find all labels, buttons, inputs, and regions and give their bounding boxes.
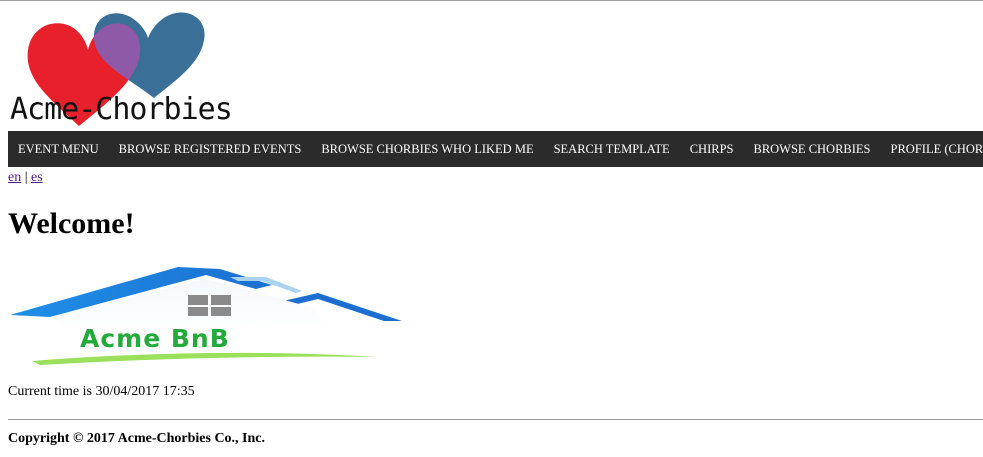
nav-item-search-template[interactable]: SEARCH TEMPLATE	[544, 131, 680, 167]
nav-item-profile[interactable]: PROFILE (CHORBI1)	[881, 131, 983, 167]
current-time: Current time is 30/04/2017 17:35	[8, 384, 195, 399]
language-switcher: en | es	[8, 170, 43, 186]
nav-item-browse-chorbies[interactable]: BROWSE CHORBIES	[743, 131, 880, 167]
page-title: Welcome!	[8, 207, 135, 240]
footer-divider	[8, 419, 983, 420]
nav-item-browse-chorbies-who-liked-me[interactable]: BROWSE CHORBIES WHO LIKED ME	[311, 131, 543, 167]
language-separator: |	[24, 170, 28, 185]
banner-text: Acme BnB	[80, 324, 230, 353]
nav-item-browse-registered-events[interactable]: BROWSE REGISTERED EVENTS	[109, 131, 312, 167]
nav-item-chirps[interactable]: CHIRPS	[680, 131, 744, 167]
copyright-text: Copyright © 2017 Acme-Chorbies Co., Inc.	[8, 431, 266, 446]
acme-bnb-banner: Acme BnB	[10, 267, 402, 365]
main-navbar: EVENT MENU BROWSE REGISTERED EVENTS BROW…	[8, 131, 983, 167]
top-divider	[0, 0, 983, 1]
language-link-en[interactable]: en	[8, 170, 21, 185]
logo-text: Acme-Chorbies	[10, 92, 233, 127]
nav-item-event-menu[interactable]: EVENT MENU	[8, 131, 109, 167]
language-link-es[interactable]: es	[31, 170, 43, 185]
